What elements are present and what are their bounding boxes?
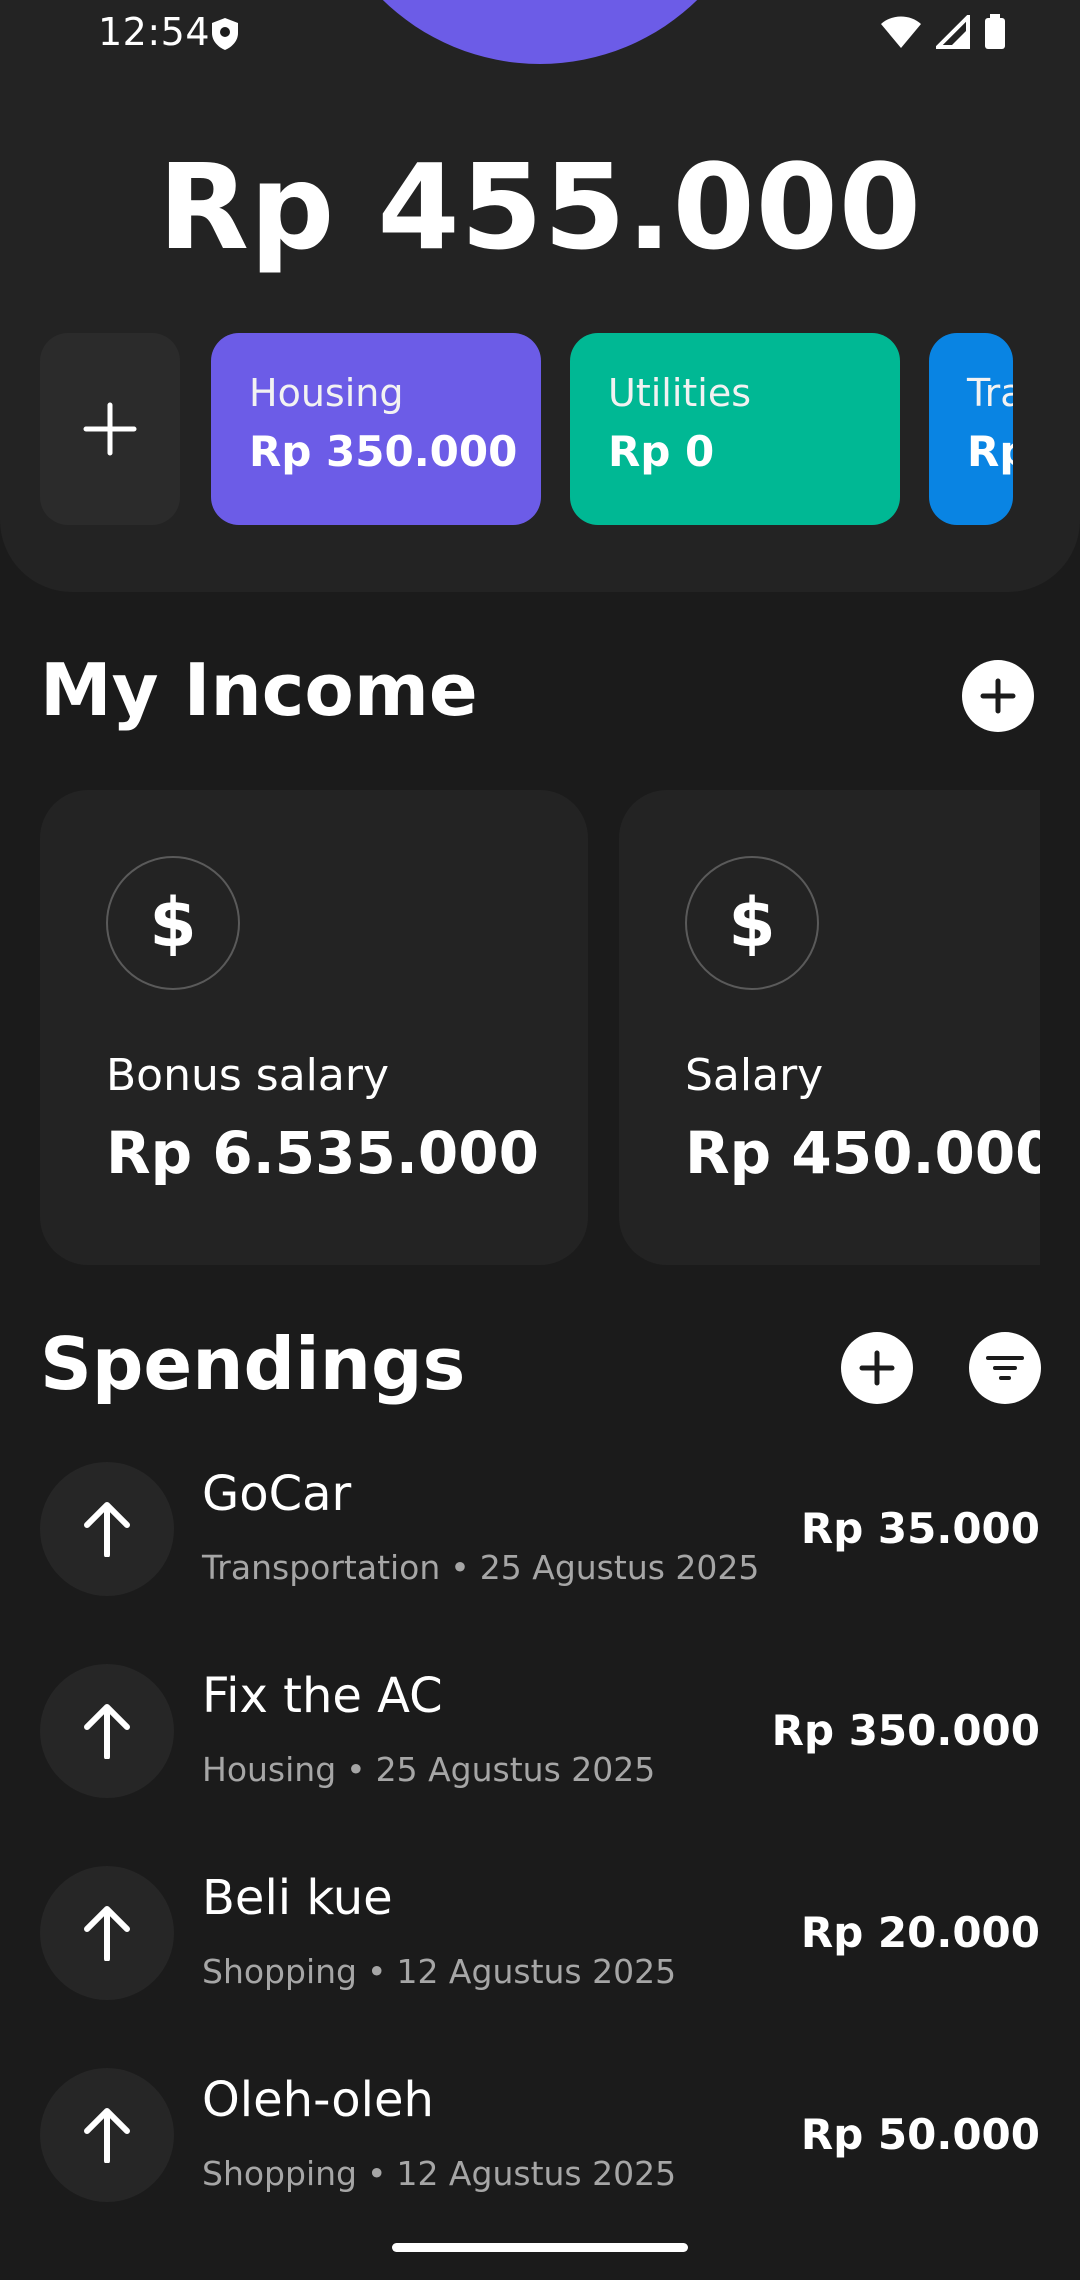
meta-separator: • (346, 1750, 366, 1789)
spending-amount: Rp 350.000 (771, 1706, 1040, 1755)
category-card-utilities[interactable]: Utilities Rp 0 (570, 333, 900, 525)
category-name: Tra (967, 371, 1013, 415)
spending-meta: Housing • 25 Agustus 2025 (202, 1750, 655, 1789)
plus-icon (83, 402, 137, 456)
income-section-title: My Income (40, 648, 478, 732)
income-amount: Rp 6.535.000 (106, 1119, 539, 1187)
home-indicator[interactable] (392, 2243, 688, 2252)
spending-category: Shopping (202, 2154, 357, 2193)
plus-icon (859, 1350, 895, 1386)
filter-icon (986, 1356, 1024, 1380)
battery-icon (985, 14, 1005, 49)
income-amount: Rp 450.000 (685, 1119, 1040, 1187)
spending-title: Beli kue (202, 1870, 393, 1926)
income-name: Salary (685, 1050, 824, 1101)
meta-separator: • (366, 2154, 387, 2193)
plus-icon (980, 678, 1016, 714)
spending-title: Oleh-oleh (202, 2072, 434, 2128)
spending-meta: Transportation • 25 Agustus 2025 (202, 1548, 759, 1587)
category-amount: Rp 0 (608, 427, 715, 476)
dollar-icon: $ (106, 856, 240, 990)
status-time: 12:54 (98, 10, 211, 54)
income-card[interactable]: $ Salary Rp 450.000 (619, 790, 1040, 1265)
signal-icon (936, 15, 970, 49)
arrow-up-icon (40, 2068, 174, 2202)
spending-amount: Rp 20.000 (800, 1908, 1040, 1957)
meta-separator: • (366, 1952, 387, 1991)
spending-amount: Rp 35.000 (800, 1504, 1040, 1553)
spendings-section-title: Spendings (40, 1322, 466, 1406)
category-card-housing[interactable]: Housing Rp 350.000 (211, 333, 541, 525)
dollar-icon: $ (685, 856, 819, 990)
status-bar: 12:54 (0, 0, 1080, 66)
category-card-transportation[interactable]: Tra Rp (929, 333, 1013, 525)
category-name: Housing (249, 371, 404, 415)
add-spending-button[interactable] (841, 1332, 913, 1404)
meta-separator: • (450, 1548, 470, 1587)
category-amount: Rp 350.000 (249, 427, 518, 476)
wifi-icon (881, 16, 921, 48)
spending-category: Transportation (202, 1548, 441, 1587)
spending-row[interactable]: Beli kue Shopping • 12 Agustus 2025 Rp 20.… (40, 1866, 1040, 2002)
add-income-button[interactable] (962, 660, 1034, 732)
spending-date: 25 Agustus 2025 (375, 1750, 656, 1789)
shield-icon (212, 18, 238, 50)
arrow-up-icon (40, 1866, 174, 2000)
spending-category: Shopping (202, 1952, 357, 1991)
spending-date: 12 Agustus 2025 (396, 2154, 677, 2193)
income-carousel[interactable]: $ Bonus salary Rp 6.535.000 $ Salary Rp … (40, 790, 1040, 1265)
spending-title: GoCar (202, 1466, 352, 1522)
arrow-up-icon (40, 1462, 174, 1596)
spending-meta: Shopping • 12 Agustus 2025 (202, 1952, 676, 1991)
filter-button[interactable] (969, 1332, 1041, 1404)
spending-row[interactable]: Oleh-oleh Shopping • 12 Agustus 2025 Rp 50… (40, 2068, 1040, 2204)
spending-date: 12 Agustus 2025 (396, 1952, 677, 1991)
spending-category: Housing (202, 1750, 337, 1789)
spending-row[interactable]: Fix the AC Housing • 25 Agustus 2025 Rp 35… (40, 1664, 1040, 1800)
category-amount: Rp (967, 427, 1013, 476)
spending-title: Fix the AC (202, 1668, 443, 1724)
income-card[interactable]: $ Bonus salary Rp 6.535.000 (40, 790, 588, 1265)
spending-amount: Rp 50.000 (800, 2110, 1040, 2159)
arrow-up-icon (40, 1664, 174, 1798)
spending-row[interactable]: GoCar Transportation • 25 Agustus 2025 Rp … (40, 1462, 1040, 1598)
total-balance: Rp 455.000 (158, 138, 922, 276)
spending-date: 25 Agustus 2025 (479, 1548, 760, 1587)
add-category-button[interactable] (40, 333, 180, 525)
category-name: Utilities (608, 371, 752, 415)
income-name: Bonus salary (106, 1050, 389, 1101)
spending-meta: Shopping • 12 Agustus 2025 (202, 2154, 676, 2193)
